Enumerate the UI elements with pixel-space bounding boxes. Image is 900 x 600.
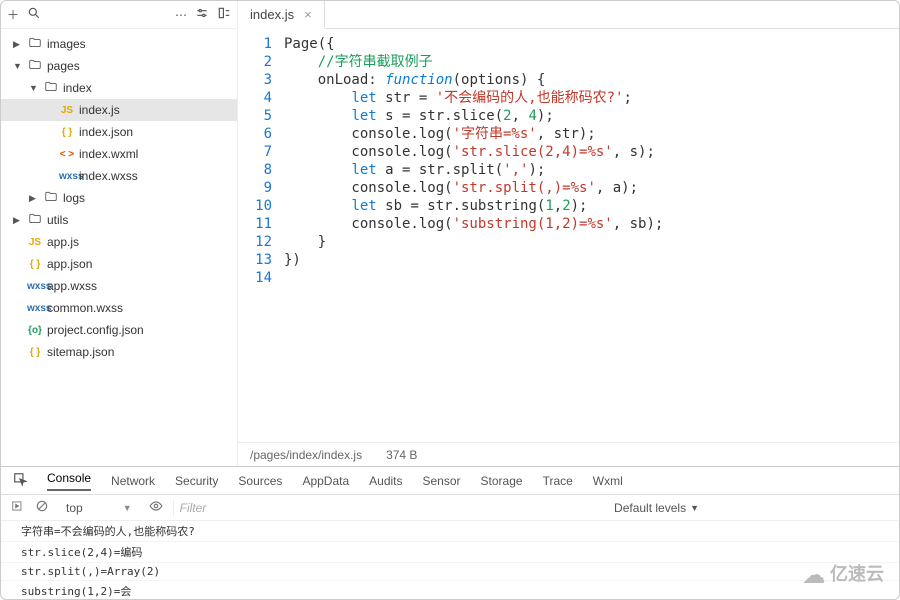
devtools-panel: Console Network Security Sources AppData Audi… [1,466,899,599]
context-selector[interactable]: top▼ [59,499,139,517]
eye-icon[interactable] [149,499,163,516]
jn-icon: { } [27,259,43,270]
explorer-toolbar: ＋ ⋯ [1,1,237,29]
console-output[interactable]: 字符串=不会编码的人,也能称码农?str.slice(2,4)=编码str.sp… [1,521,899,599]
jn-icon: { } [59,127,75,138]
file-app.wxss[interactable]: wxss app.wxss [1,275,237,297]
play-icon[interactable] [11,499,25,516]
editor-pane: index.js × 1234567891011121314 Page({ //… [238,1,899,466]
file-sitemap.json[interactable]: { } sitemap.json [1,341,237,363]
xs-icon: wxss [59,171,75,182]
devtab-console[interactable]: Console [47,471,91,491]
file-app.json[interactable]: { } app.json [1,253,237,275]
tree-label: index.wxml [79,147,138,161]
xs-icon: wxss [27,281,43,292]
js-icon: JS [59,105,75,116]
folder-icon [27,58,43,75]
search-icon[interactable] [27,6,41,23]
file-tree: ▶images▼pages▼index JS index.js { } index.js… [1,29,237,466]
tree-label: sitemap.json [47,345,114,359]
tree-label: logs [63,191,85,205]
file-index.wxml[interactable]: < > index.wxml [1,143,237,165]
tree-label: index.js [79,103,120,117]
devtab-wxml[interactable]: Wxml [593,474,623,488]
code-content: Page({ //字符串截取例子 onLoad: function(option… [280,29,663,442]
layout-icon[interactable] [217,6,231,23]
tree-label: app.json [47,257,92,271]
tree-label: pages [47,59,80,73]
tree-label: index.json [79,125,133,139]
folder-utils[interactable]: ▶utils [1,209,237,231]
log-line: 字符串=不会编码的人,也能称码农? [1,521,899,542]
log-line: str.split(,)=Array(2) [1,563,899,581]
tab-index-js[interactable]: index.js × [238,1,325,29]
code-editor[interactable]: 1234567891011121314 Page({ //字符串截取例子 onL… [238,29,899,442]
folder-icon [27,212,43,229]
folder-icon [43,190,59,207]
file-common.wxss[interactable]: wxss common.wxss [1,297,237,319]
clear-icon[interactable] [35,499,49,516]
tab-label: index.js [250,7,294,22]
devtab-sensor[interactable]: Sensor [423,474,461,488]
devtab-storage[interactable]: Storage [481,474,523,488]
file-explorer: ＋ ⋯ ▶images▼pages▼index JS index.js { } inde… [1,1,238,466]
tree-label: index.wxss [79,169,138,183]
xs-icon: wxss [27,303,43,314]
tree-label: app.wxss [47,279,97,293]
tree-label: app.js [47,235,79,249]
watermark: ☁ 亿速云 [803,560,884,588]
status-size: 374 B [386,448,417,462]
more-icon[interactable]: ⋯ [175,8,187,22]
pj-icon: {o} [27,325,43,336]
file-index.wxss[interactable]: wxss index.wxss [1,165,237,187]
devtab-appdata[interactable]: AppData [302,474,349,488]
new-file-icon[interactable]: ＋ [7,6,19,23]
log-line: str.slice(2,4)=编码 [1,542,899,563]
file-project.config.json[interactable]: {o} project.config.json [1,319,237,341]
console-toolbar: top▼ Filter Default levels▼ [1,495,899,521]
devtab-sources[interactable]: Sources [238,474,282,488]
tree-label: common.wxss [47,301,123,315]
jn-icon: { } [27,347,43,358]
js-icon: JS [27,237,43,248]
folder-index[interactable]: ▼index [1,77,237,99]
line-gutter: 1234567891011121314 [238,29,280,442]
inspect-icon[interactable] [13,472,27,489]
tree-label: utils [47,213,68,227]
devtools-tabs: Console Network Security Sources AppData Audi… [1,467,899,495]
devtab-security[interactable]: Security [175,474,218,488]
close-icon[interactable]: × [304,7,312,22]
folder-icon [27,36,43,53]
folder-pages[interactable]: ▼pages [1,55,237,77]
editor-tabs: index.js × [238,1,899,29]
ml-icon: < > [59,149,75,160]
log-line: substring(1,2)=会 [1,581,899,599]
status-bar: /pages/index/index.js 374 B [238,442,899,466]
status-path: /pages/index/index.js [250,448,362,462]
filter-input[interactable]: Filter [173,499,604,517]
folder-icon [43,80,59,97]
tree-label: index [63,81,92,95]
devtab-audits[interactable]: Audits [369,474,402,488]
levels-selector[interactable]: Default levels▼ [614,501,699,515]
tree-label: images [47,37,86,51]
folder-images[interactable]: ▶images [1,33,237,55]
file-index.json[interactable]: { } index.json [1,121,237,143]
folder-logs[interactable]: ▶logs [1,187,237,209]
tree-label: project.config.json [47,323,144,337]
devtab-network[interactable]: Network [111,474,155,488]
settings-icon[interactable] [195,6,209,23]
devtab-trace[interactable]: Trace [543,474,573,488]
file-app.js[interactable]: JS app.js [1,231,237,253]
file-index.js[interactable]: JS index.js [1,99,237,121]
